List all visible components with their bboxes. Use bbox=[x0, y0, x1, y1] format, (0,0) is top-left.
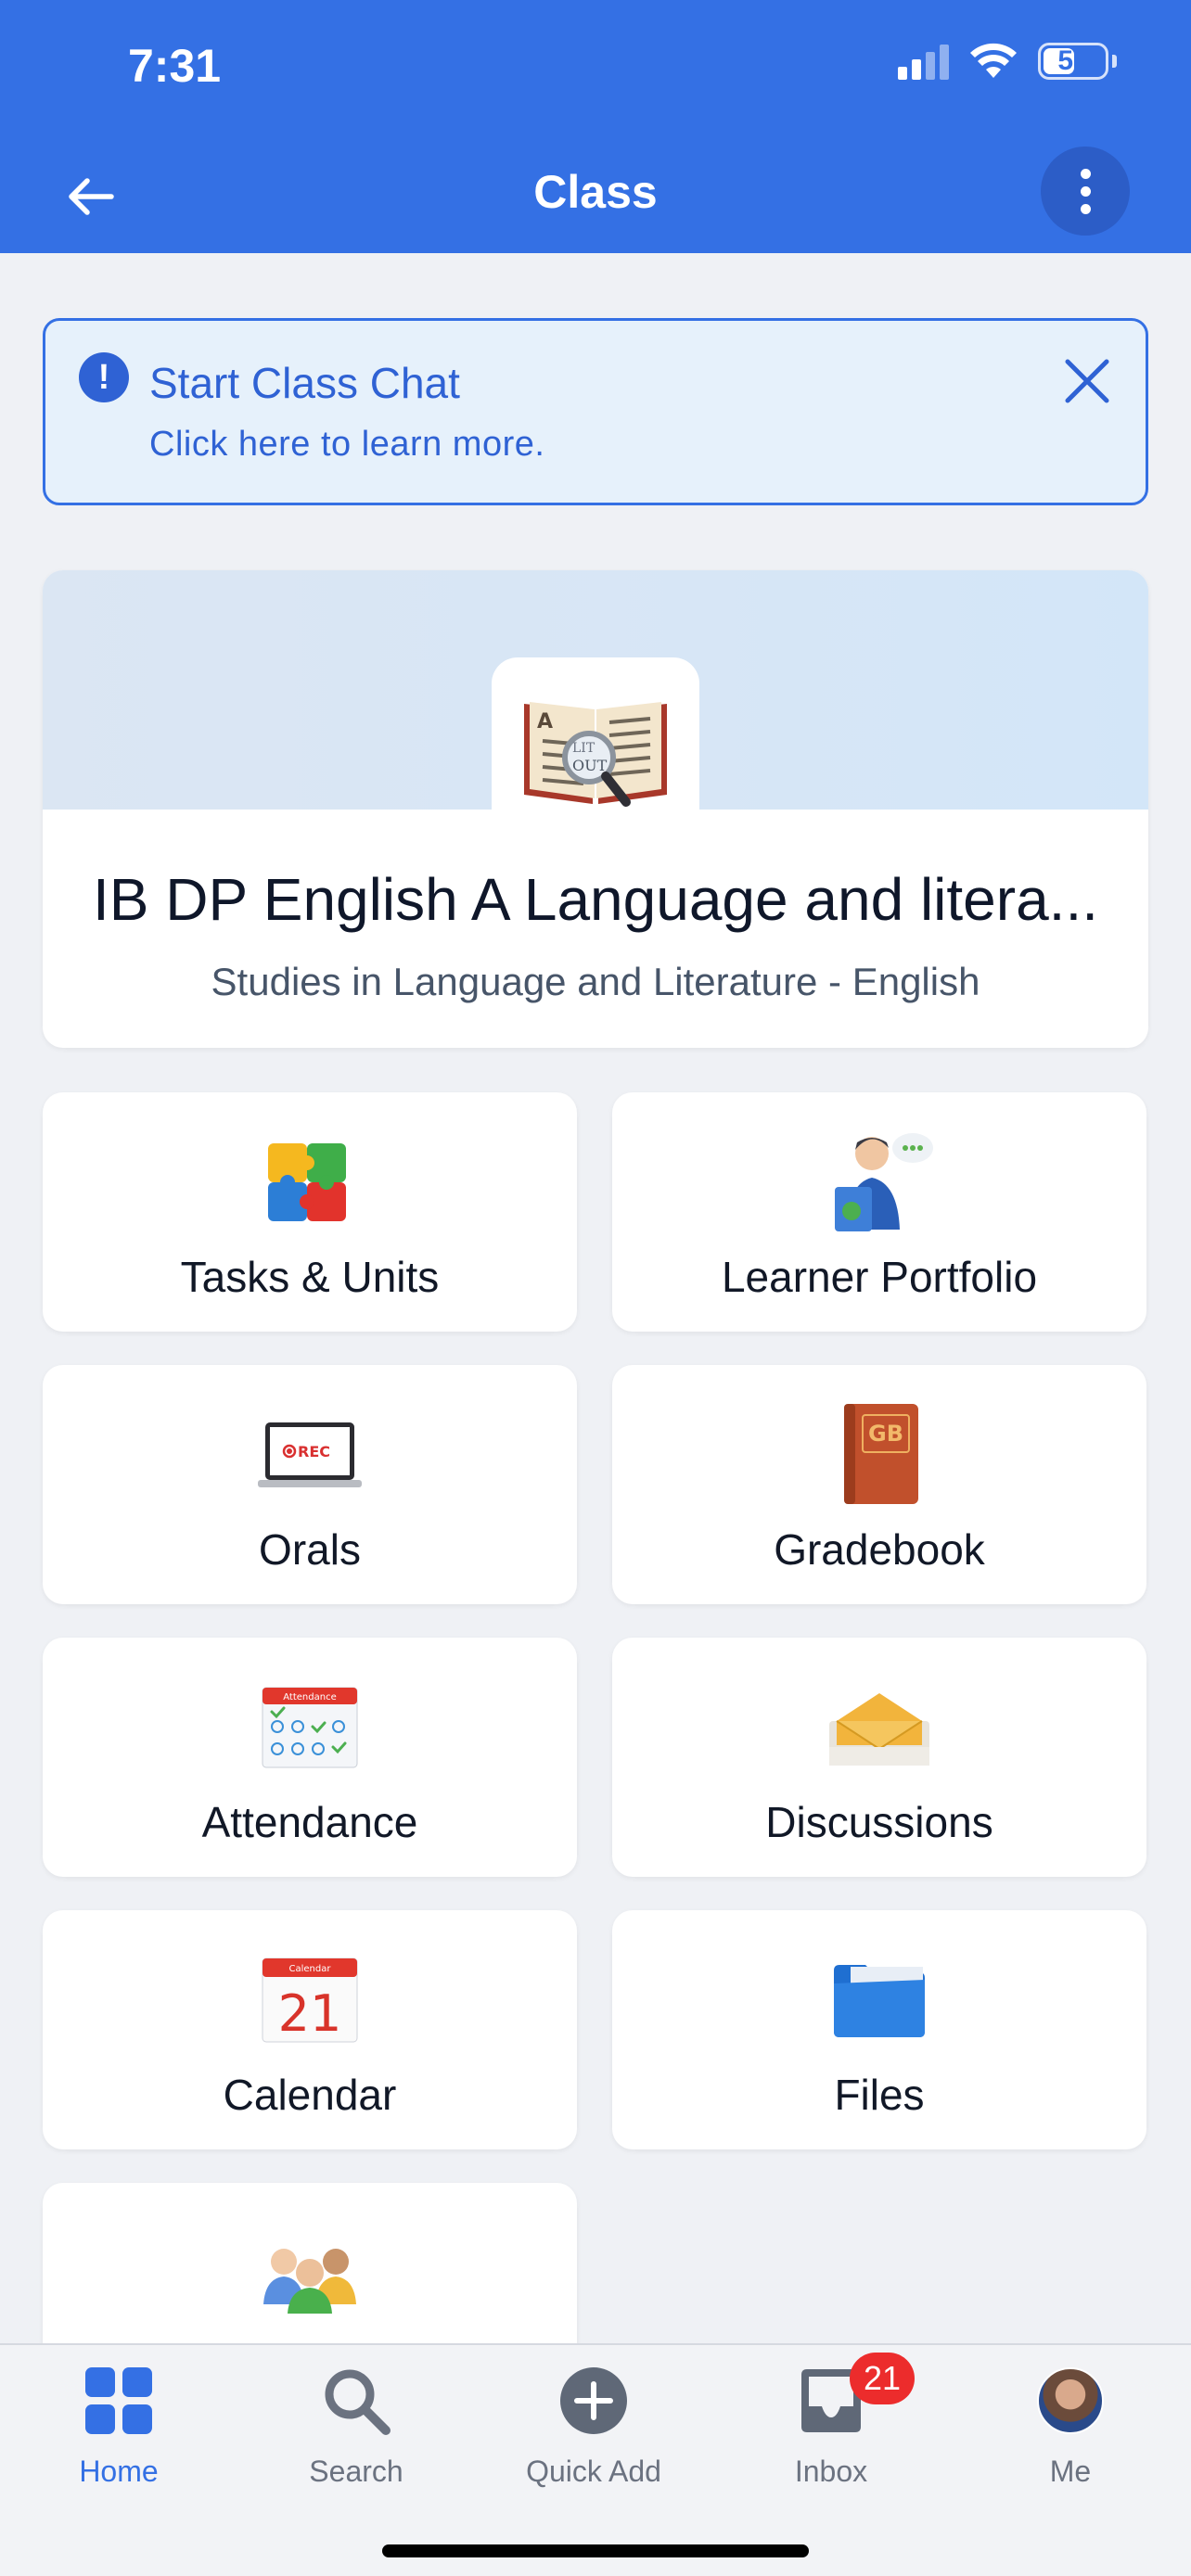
cellular-signal-icon bbox=[898, 43, 949, 80]
folder-icon bbox=[824, 1944, 935, 2055]
close-icon bbox=[1065, 359, 1109, 403]
book-letter: A bbox=[537, 710, 553, 733]
wifi-icon bbox=[970, 43, 1017, 78]
tile-attendance[interactable]: Attendance Attendance bbox=[43, 1638, 577, 1877]
tab-label: Me bbox=[1049, 2455, 1092, 2488]
tile-label: Discussions bbox=[765, 1798, 993, 1846]
rec-label: REC bbox=[298, 1443, 330, 1460]
gradebook-label: GB bbox=[868, 1421, 903, 1447]
inbox-badge: 21 bbox=[850, 2353, 915, 2404]
tab-home[interactable]: Home bbox=[26, 2364, 211, 2503]
tile-tasks-units[interactable]: Tasks & Units bbox=[43, 1092, 577, 1332]
tile-label: Tasks & Units bbox=[180, 1253, 440, 1301]
status-bar: 7:31 51 bbox=[0, 0, 1191, 139]
tile-orals[interactable]: REC Orals bbox=[43, 1365, 577, 1604]
banner-learn-more-link[interactable]: Click here to learn more. bbox=[149, 425, 544, 465]
search-icon bbox=[319, 2364, 393, 2438]
laptop-rec-icon: REC bbox=[254, 1398, 365, 1510]
page-title: Class bbox=[533, 166, 658, 218]
bottom-tab-bar: Home Search Quick Add 21 Inbox Me bbox=[0, 2343, 1191, 2576]
plus-circle-icon bbox=[557, 2364, 631, 2438]
class-subject: Studies in Language and Literature - Eng… bbox=[211, 960, 980, 1003]
more-options-button[interactable] bbox=[1041, 147, 1130, 236]
envelope-icon bbox=[824, 1671, 935, 1782]
tile-label: Learner Portfolio bbox=[721, 1253, 1038, 1301]
class-header-card: A LIT OUT IB DP English A Language and l… bbox=[43, 570, 1148, 1048]
status-time: 7:31 bbox=[128, 40, 222, 92]
tile-files[interactable]: Files bbox=[612, 1910, 1146, 2149]
home-indicator bbox=[382, 2544, 809, 2557]
tab-label: Home bbox=[79, 2455, 159, 2488]
tab-me[interactable]: Me bbox=[978, 2364, 1163, 2503]
status-icons: 51 bbox=[898, 43, 1117, 80]
book-word-2: OUT bbox=[572, 757, 608, 774]
profile-photo bbox=[1037, 2367, 1104, 2434]
attendance-calendar-icon: Attendance bbox=[254, 1671, 365, 1782]
tab-label: Quick Add bbox=[526, 2455, 661, 2488]
battery-icon: 51 bbox=[1038, 43, 1108, 80]
info-exclamation-icon: ! bbox=[79, 352, 129, 402]
tile-label: Calendar bbox=[223, 2071, 397, 2119]
app-bar: Class bbox=[0, 139, 1191, 253]
class-name: IB DP English A Language and litera... bbox=[92, 866, 1099, 933]
tab-label: Search bbox=[309, 2455, 403, 2488]
tile-label: Files bbox=[834, 2071, 925, 2119]
tab-search[interactable]: Search bbox=[263, 2364, 449, 2503]
battery-percentage: 51 bbox=[1057, 45, 1089, 76]
tab-inbox[interactable]: 21 Inbox bbox=[738, 2353, 924, 2503]
tab-quick-add[interactable]: Quick Add bbox=[501, 2364, 686, 2503]
more-dot-icon bbox=[1080, 185, 1091, 197]
people-group-icon bbox=[254, 2216, 365, 2327]
tab-label: Inbox bbox=[794, 2455, 868, 2488]
attendance-label: Attendance bbox=[283, 1692, 336, 1702]
banner-title: Start Class Chat bbox=[149, 359, 460, 407]
avatar bbox=[1033, 2364, 1108, 2438]
tile-gradebook[interactable]: GB Gradebook bbox=[612, 1365, 1146, 1604]
class-chat-banner[interactable]: ! Start Class Chat Click here to learn m… bbox=[43, 318, 1148, 505]
tile-learner-portfolio[interactable]: Learner Portfolio bbox=[612, 1092, 1146, 1332]
learner-reading-icon bbox=[824, 1126, 935, 1237]
tile-label: Gradebook bbox=[774, 1525, 985, 1574]
open-book-magnifier-icon: A LIT OUT bbox=[524, 702, 667, 807]
tile-label: Orals bbox=[259, 1525, 361, 1574]
calendar-header-label: Calendar bbox=[289, 1964, 332, 1974]
battery-nub bbox=[1112, 55, 1117, 68]
book-word-1: LIT bbox=[572, 741, 596, 756]
tile-label: Attendance bbox=[201, 1798, 418, 1846]
more-dot-icon bbox=[1080, 168, 1091, 179]
calendar-icon: Calendar 21 bbox=[254, 1944, 365, 2055]
calendar-day-number: 21 bbox=[278, 1984, 342, 2043]
gradebook-book-icon: GB bbox=[824, 1398, 935, 1510]
class-icon-container: A LIT OUT bbox=[492, 657, 699, 843]
banner-close-button[interactable] bbox=[1055, 349, 1120, 414]
tile-calendar[interactable]: Calendar 21 Calendar bbox=[43, 1910, 577, 2149]
home-grid-icon bbox=[82, 2364, 156, 2438]
more-dot-icon bbox=[1080, 203, 1091, 214]
tile-discussions[interactable]: Discussions bbox=[612, 1638, 1146, 1877]
puzzle-icon bbox=[254, 1126, 365, 1237]
